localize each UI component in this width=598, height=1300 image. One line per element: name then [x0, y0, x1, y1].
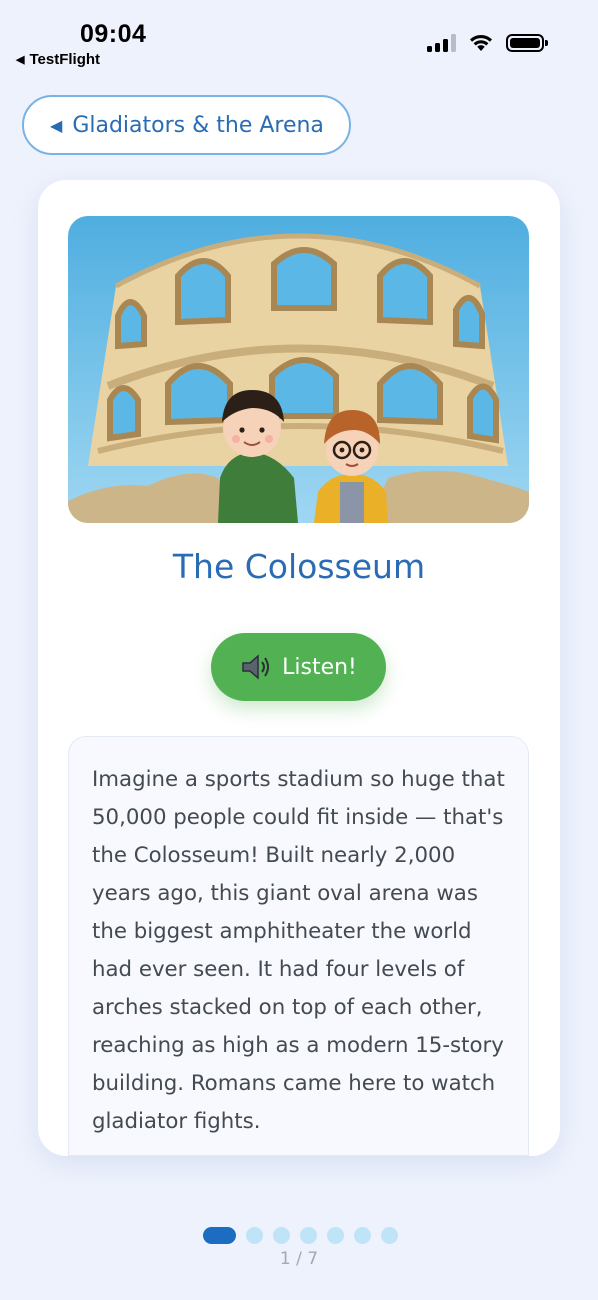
- testflight-label: TestFlight: [29, 51, 101, 68]
- back-to-topic-button[interactable]: ◀ Gladiators & the Arena: [22, 95, 351, 155]
- back-arrow-icon: ◀: [16, 54, 25, 66]
- page-counter: 1 / 7: [279, 1249, 319, 1269]
- back-to-topic-label: Gladiators & the Arena: [72, 112, 324, 138]
- page-dot-7[interactable]: [380, 1227, 398, 1244]
- page-dot-6[interactable]: [353, 1227, 371, 1244]
- wifi-icon: [470, 34, 492, 51]
- page-indicator: [0, 1227, 598, 1244]
- lesson-body-text: Imagine a sports stadium so huge that 50…: [92, 767, 505, 1134]
- battery-icon: [506, 33, 548, 52]
- listen-button[interactable]: Listen!: [211, 633, 386, 701]
- page-dot-5[interactable]: [326, 1227, 344, 1244]
- lesson-card: The Colosseum Listen! Imagine a sports s…: [38, 180, 560, 1156]
- page-dot-2[interactable]: [245, 1227, 263, 1244]
- lesson-text-panel[interactable]: Imagine a sports stadium so huge that 50…: [68, 736, 529, 1156]
- page-dot-3[interactable]: [272, 1227, 290, 1244]
- listen-label: Listen!: [282, 654, 357, 680]
- colosseum-illustration: [68, 216, 529, 523]
- status-time: 09:04: [80, 20, 147, 48]
- cellular-signal-icon: [427, 33, 456, 52]
- testflight-back-link[interactable]: ◀ TestFlight: [16, 51, 100, 68]
- page-dot-1[interactable]: [202, 1227, 236, 1244]
- page-dot-4[interactable]: [299, 1227, 317, 1244]
- status-icons: [427, 33, 548, 52]
- speaker-icon: [242, 654, 270, 680]
- back-triangle-icon: ◀: [50, 115, 63, 135]
- page-title: The Colosseum: [172, 547, 426, 586]
